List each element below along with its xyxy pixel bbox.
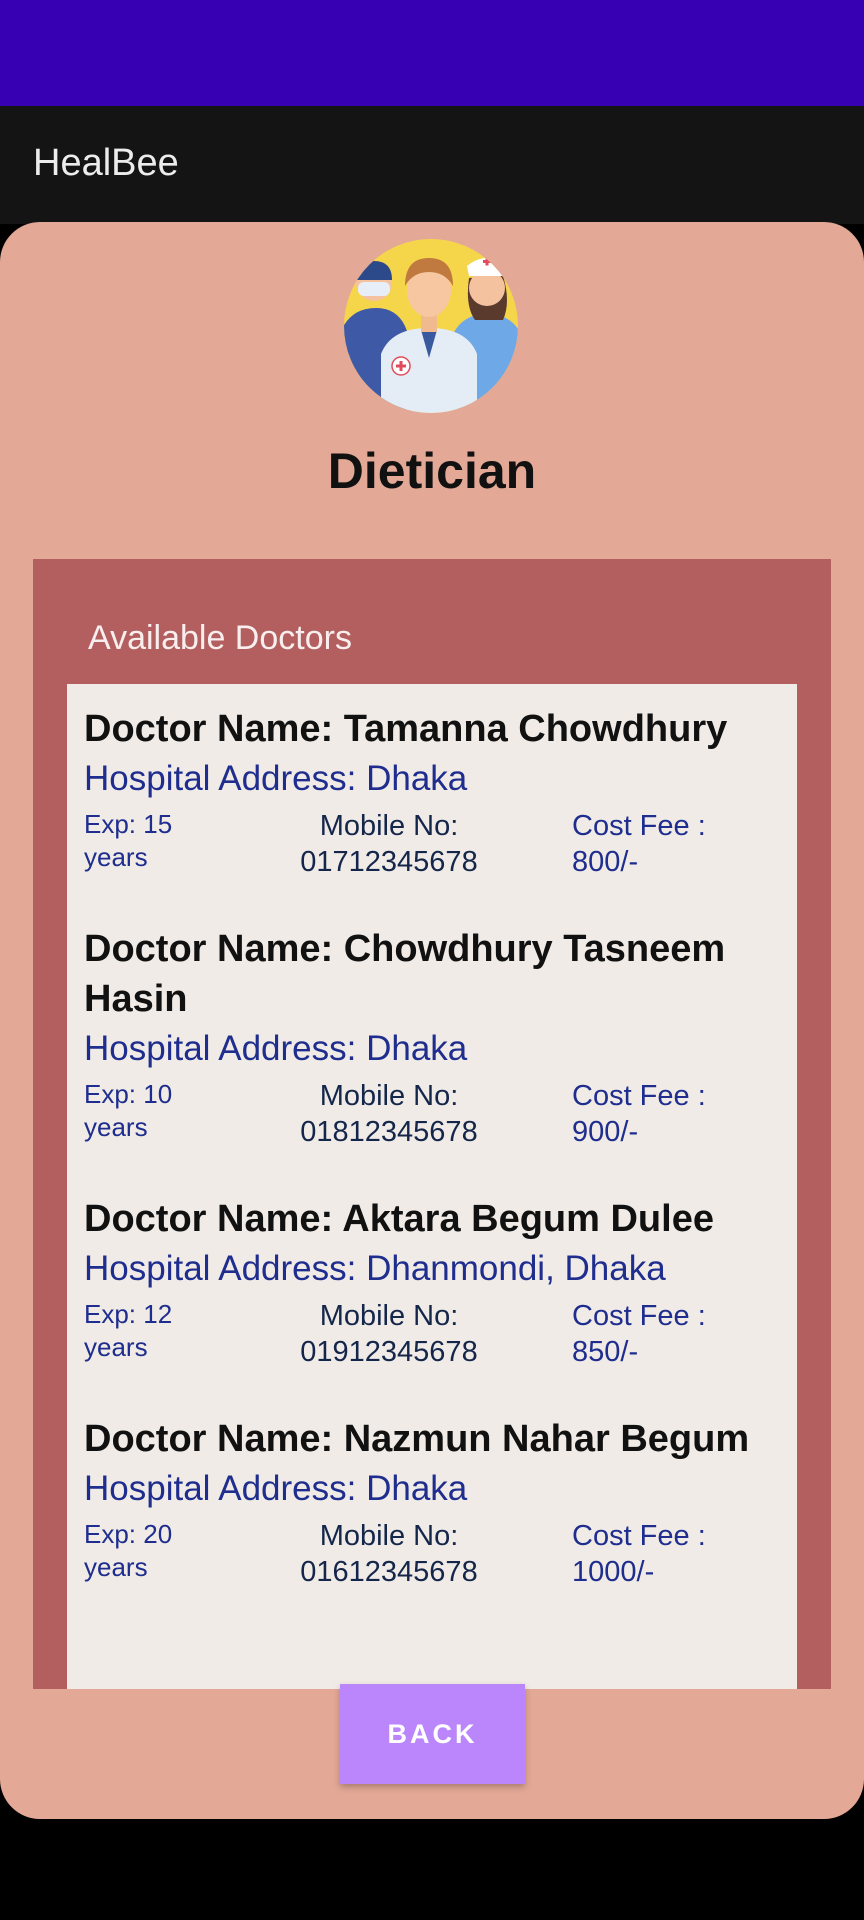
doctor-name: Doctor Name: Aktara Begum Dulee: [84, 1198, 714, 1240]
cost-info: Cost Fee : 800/-: [572, 808, 772, 880]
mobile-info: Mobile No: 01912345678: [279, 1298, 499, 1370]
cost-info: Cost Fee : 850/-: [572, 1298, 772, 1370]
experience: Exp: 10 years: [84, 1079, 173, 1142]
available-doctors-panel: Available Doctors Doctor Name: Tamanna C…: [33, 559, 831, 1689]
doctor-name: Doctor Name: Nazmun Nahar Begum: [84, 1418, 750, 1460]
mobile-label: Mobile No:: [319, 1520, 459, 1552]
mobile-number: 01912345678: [300, 1336, 478, 1368]
hospital-address: Hospital Address: Dhaka: [84, 1469, 468, 1508]
cost-label: Cost Fee :: [572, 1300, 706, 1332]
back-button[interactable]: BACK: [340, 1684, 525, 1784]
cost-value: 800/-: [572, 846, 639, 878]
mobile-label: Mobile No:: [319, 1300, 459, 1332]
content-card: Dietician Available Doctors Doctor Name:…: [0, 222, 864, 1819]
app-title: HealBee: [33, 142, 179, 184]
mobile-number: 01812345678: [300, 1116, 478, 1148]
app-bar: HealBee: [0, 106, 864, 224]
doctor-card[interactable]: Doctor Name: Tamanna Chowdhury Hospital …: [84, 704, 784, 878]
cost-label: Cost Fee :: [572, 810, 706, 842]
specialty-title: Dietician: [327, 443, 537, 499]
hospital-address: Hospital Address: Dhaka: [84, 1029, 468, 1068]
experience: Exp: 12 years: [84, 1299, 173, 1362]
cost-label: Cost Fee :: [572, 1520, 706, 1552]
mobile-info: Mobile No: 01612345678: [279, 1518, 499, 1590]
cost-value: 1000/-: [572, 1556, 655, 1588]
mobile-info: Mobile No: 01812345678: [279, 1078, 499, 1150]
mobile-number: 01612345678: [300, 1556, 478, 1588]
doctor-name: Doctor Name: Tamanna Chowdhury: [84, 708, 728, 750]
cost-info: Cost Fee : 900/-: [572, 1078, 772, 1150]
cost-label: Cost Fee :: [572, 1080, 706, 1112]
cost-info: Cost Fee : 1000/-: [572, 1518, 772, 1590]
hospital-address: Hospital Address: Dhaka: [84, 759, 468, 798]
panel-title: Available Doctors: [88, 619, 352, 657]
mobile-label: Mobile No:: [319, 810, 459, 842]
doctor-card[interactable]: Doctor Name: Aktara Begum Dulee Hospital…: [84, 1194, 784, 1368]
cost-value: 900/-: [572, 1116, 639, 1148]
cost-value: 850/-: [572, 1336, 639, 1368]
mobile-number: 01712345678: [300, 846, 478, 878]
hospital-address: Hospital Address: Dhanmondi, Dhaka: [84, 1249, 666, 1288]
doctor-card[interactable]: Doctor Name: Nazmun Nahar Begum Hospital…: [84, 1414, 784, 1588]
mobile-info: Mobile No: 01712345678: [279, 808, 499, 880]
doctor-list[interactable]: Doctor Name: Tamanna Chowdhury Hospital …: [67, 684, 797, 1689]
mobile-label: Mobile No:: [319, 1080, 459, 1112]
experience: Exp: 15 years: [84, 809, 173, 872]
doctor-card[interactable]: Doctor Name: Chowdhury Tasneem Hasin Hos…: [84, 924, 784, 1148]
experience: Exp: 20 years: [84, 1519, 173, 1582]
status-bar: [0, 0, 864, 106]
doctor-name: Doctor Name: Chowdhury Tasneem Hasin: [84, 928, 726, 1020]
doctors-team-icon: [344, 239, 518, 413]
